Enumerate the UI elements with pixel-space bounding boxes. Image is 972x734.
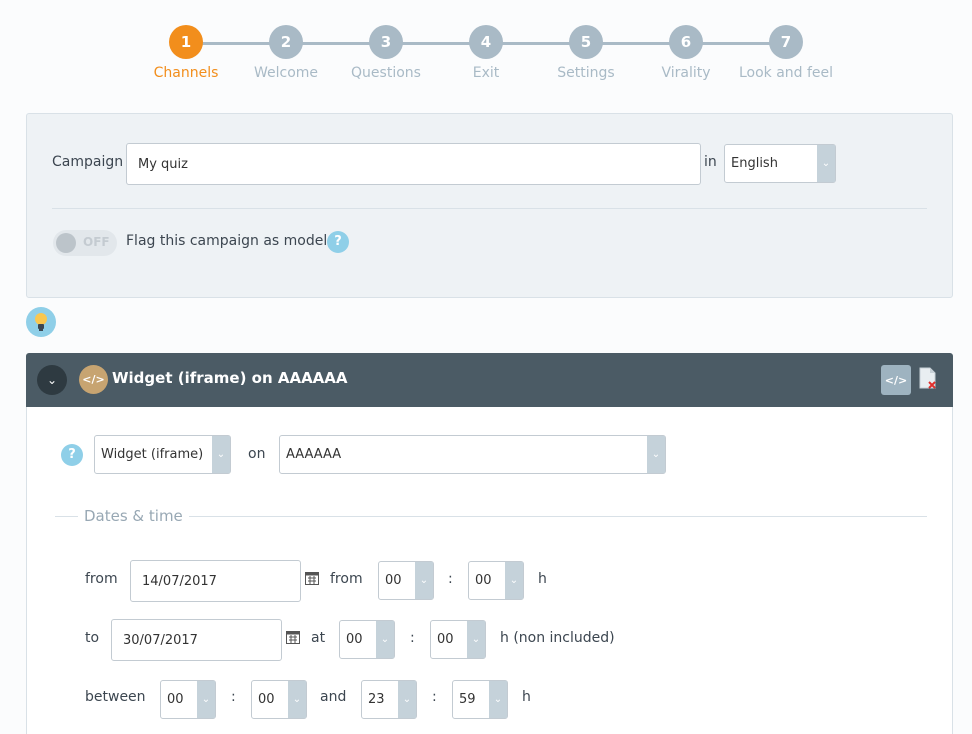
colon: : xyxy=(410,630,415,646)
campaign-label: Campaign xyxy=(52,154,124,170)
from-hour-value: 00 xyxy=(385,573,402,588)
hours-label: h xyxy=(538,571,547,587)
language-select[interactable]: English ⌄ xyxy=(724,144,836,183)
at-label: at xyxy=(311,630,326,646)
hours-label: h xyxy=(522,689,531,705)
to-hour-select[interactable]: 00 ⌄ xyxy=(339,620,395,659)
calendar-icon[interactable] xyxy=(286,630,300,644)
campaign-name-input[interactable]: My quiz xyxy=(126,143,701,185)
to-date-value: 30/07/2017 xyxy=(123,632,198,648)
step-virality[interactable]: 6 Virality xyxy=(631,25,741,81)
toggle-knob xyxy=(56,233,76,253)
wizard-stepper: 1 Channels 2 Welcome 3 Questions 4 Exit … xyxy=(0,0,972,100)
step-number: 2 xyxy=(269,25,303,59)
chevron-down-icon: ⌄ xyxy=(288,681,306,718)
colon: : xyxy=(231,689,236,705)
chevron-down-icon: ⌄ xyxy=(197,681,215,718)
step-questions[interactable]: 3 Questions xyxy=(331,25,441,81)
to-label: to xyxy=(85,630,100,646)
help-icon[interactable]: ? xyxy=(327,231,349,253)
between-end-hour-value: 23 xyxy=(368,692,385,707)
chevron-down-icon: ⌄ xyxy=(376,621,394,658)
chevron-down-icon: ⌄ xyxy=(817,145,835,182)
channel-type-value: Widget (iframe) xyxy=(101,447,204,462)
from-time-label: from xyxy=(330,571,363,587)
and-label: and xyxy=(320,689,347,705)
from-label: from xyxy=(85,571,118,587)
chevron-down-icon: ⌄ xyxy=(647,436,665,473)
model-toggle[interactable]: OFF xyxy=(53,230,117,256)
step-number: 5 xyxy=(569,25,603,59)
step-label: Look and feel xyxy=(738,65,834,81)
between-start-minute-value: 00 xyxy=(258,692,275,707)
chevron-down-icon: ⌄ xyxy=(489,681,507,718)
site-select[interactable]: AAAAAA ⌄ xyxy=(279,435,666,474)
lightbulb-icon[interactable] xyxy=(26,307,56,337)
chevron-down-icon[interactable]: ⌄ xyxy=(37,365,67,395)
on-label: on xyxy=(248,446,266,462)
step-number: 4 xyxy=(469,25,503,59)
colon: : xyxy=(448,571,453,587)
embed-code-button[interactable]: </> xyxy=(881,365,911,395)
chevron-down-icon: ⌄ xyxy=(505,562,523,599)
step-number: 3 xyxy=(369,25,403,59)
delete-document-icon[interactable] xyxy=(919,367,937,389)
between-end-hour-select[interactable]: 23 ⌄ xyxy=(361,680,417,719)
help-icon[interactable]: ? xyxy=(61,444,83,466)
to-minute-value: 00 xyxy=(437,632,454,647)
channel-header[interactable]: ⌄ </> Widget (iframe) on AAAAAA </> xyxy=(26,353,953,407)
language-value: English xyxy=(731,156,778,171)
code-icon: </> xyxy=(79,365,108,394)
channel-body: ? Widget (iframe) ⌄ on AAAAAA ⌄ Dates & … xyxy=(26,407,953,734)
step-exit[interactable]: 4 Exit xyxy=(431,25,541,81)
colon: : xyxy=(432,689,437,705)
dates-section-title: Dates & time xyxy=(78,507,189,525)
in-label: in xyxy=(704,154,717,170)
flag-model-label: Flag this campaign as model xyxy=(126,233,328,249)
calendar-icon[interactable] xyxy=(305,571,319,585)
channel-title: Widget (iframe) on AAAAAA xyxy=(112,369,348,387)
step-look-and-feel[interactable]: 7 Look and feel xyxy=(731,25,841,81)
campaign-name-value: My quiz xyxy=(138,156,188,172)
chevron-down-icon: ⌄ xyxy=(398,681,416,718)
from-hour-select[interactable]: 00 ⌄ xyxy=(378,561,434,600)
toggle-state: OFF xyxy=(83,235,110,249)
step-number: 6 xyxy=(669,25,703,59)
from-minute-value: 00 xyxy=(475,573,492,588)
chevron-down-icon: ⌄ xyxy=(212,436,230,473)
between-start-minute-select[interactable]: 00 ⌄ xyxy=(251,680,307,719)
between-end-minute-select[interactable]: 59 ⌄ xyxy=(452,680,508,719)
panel-divider xyxy=(52,208,927,209)
between-start-hour-value: 00 xyxy=(167,692,184,707)
between-end-minute-value: 59 xyxy=(459,692,476,707)
chevron-down-icon: ⌄ xyxy=(415,562,433,599)
from-date-input[interactable]: 14/07/2017 xyxy=(130,560,301,602)
step-label: Questions xyxy=(351,65,421,81)
between-label: between xyxy=(85,689,146,705)
step-label: Welcome xyxy=(253,65,319,81)
step-number: 7 xyxy=(769,25,803,59)
chevron-down-icon: ⌄ xyxy=(467,621,485,658)
step-label: Exit xyxy=(472,65,500,81)
from-date-value: 14/07/2017 xyxy=(142,573,217,589)
channel-type-select[interactable]: Widget (iframe) ⌄ xyxy=(94,435,231,474)
step-number: 1 xyxy=(169,25,203,59)
to-date-input[interactable]: 30/07/2017 xyxy=(111,619,282,661)
site-value: AAAAAA xyxy=(286,447,342,462)
step-label: Settings xyxy=(557,65,615,81)
step-settings[interactable]: 5 Settings xyxy=(531,25,641,81)
from-minute-select[interactable]: 00 ⌄ xyxy=(468,561,524,600)
hours-non-included-label: h (non included) xyxy=(500,630,615,646)
campaign-panel: Campaign My quiz in English ⌄ OFF Flag t… xyxy=(26,113,953,298)
step-channels[interactable]: 1 Channels xyxy=(131,25,241,81)
step-label: Virality xyxy=(661,65,711,81)
step-welcome[interactable]: 2 Welcome xyxy=(231,25,341,81)
step-label: Channels xyxy=(153,65,219,81)
between-start-hour-select[interactable]: 00 ⌄ xyxy=(160,680,216,719)
to-hour-value: 00 xyxy=(346,632,363,647)
to-minute-select[interactable]: 00 ⌄ xyxy=(430,620,486,659)
